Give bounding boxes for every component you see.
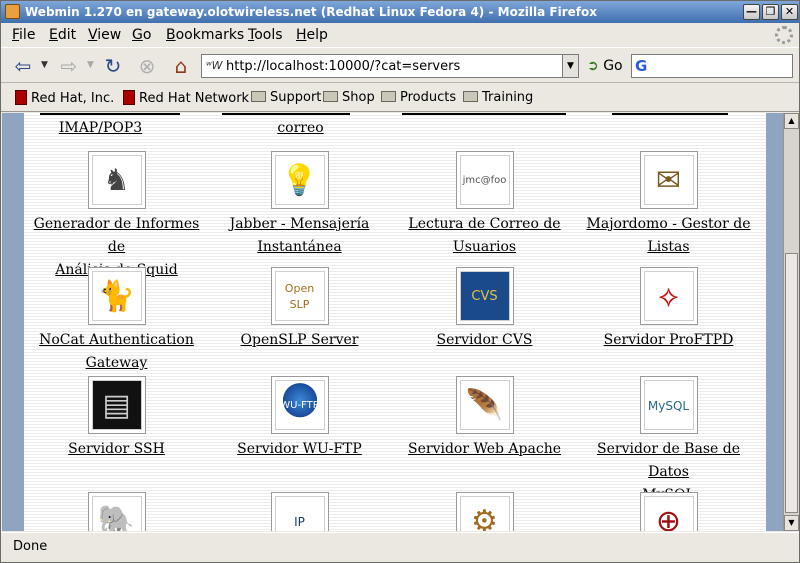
module-openslp[interactable]: Open SLP OpenSLP Server bbox=[207, 267, 392, 352]
underline-fragment bbox=[40, 113, 180, 115]
scroll-down-icon[interactable]: ▼ bbox=[784, 515, 799, 531]
window-title: Webmin 1.270 en gateway.olotwireless.net… bbox=[25, 5, 597, 19]
module-squid-report[interactable]: ♞ Generador de Informes deAnálisis de Sq… bbox=[24, 151, 209, 282]
bookmark-folder-training[interactable]: Training bbox=[463, 90, 533, 105]
proftpd-icon[interactable]: ⟡ bbox=[639, 267, 698, 325]
status-text: Done bbox=[13, 539, 48, 554]
underline-fragment bbox=[222, 113, 350, 115]
folder-icon bbox=[323, 91, 338, 102]
wu-ftp-globe-icon[interactable]: WU-FTP bbox=[270, 376, 329, 434]
network-ip-icon[interactable]: IP bbox=[270, 492, 329, 531]
openslp-icon[interactable]: Open SLP bbox=[270, 267, 329, 325]
module-majordomo[interactable]: ✉ Majordomo - Gestor de Listas bbox=[576, 151, 761, 259]
menu-help[interactable]: Help bbox=[296, 27, 328, 43]
address-bar[interactable]: ʷW ▼ bbox=[201, 54, 579, 78]
url-input[interactable] bbox=[226, 57, 536, 75]
forward-history-dropdown-icon[interactable]: ▼ bbox=[87, 60, 94, 70]
reload-icon[interactable]: ↻ bbox=[101, 54, 125, 78]
gears-icon[interactable]: ⚙ bbox=[455, 492, 514, 531]
go-button[interactable]: ➲ Go bbox=[587, 58, 623, 74]
back-arrow-icon[interactable]: ⇦ bbox=[11, 54, 35, 78]
folder-icon bbox=[381, 91, 396, 102]
envelope-icon[interactable]: jmc@foo bbox=[455, 151, 514, 209]
squid-knight-icon[interactable]: ♞ bbox=[87, 151, 146, 209]
redhat-icon bbox=[123, 90, 135, 105]
module-imap-pop3[interactable]: IMAP/POP3 bbox=[24, 117, 193, 140]
crosshair-target-icon[interactable]: ⊕ bbox=[639, 492, 698, 531]
module-wu-ftp[interactable]: WU-FTP Servidor WU-FTP bbox=[207, 376, 392, 461]
url-history-dropdown-icon[interactable]: ▼ bbox=[562, 55, 578, 77]
forward-arrow-icon[interactable]: ⇨ bbox=[57, 54, 81, 78]
cat-icon[interactable]: 🐈 bbox=[87, 267, 146, 325]
module-postgresql[interactable]: 🐘 bbox=[24, 492, 209, 531]
status-bar: Done bbox=[1, 532, 799, 562]
module-correo[interactable]: correo bbox=[208, 117, 393, 140]
stop-icon[interactable]: ⊗ bbox=[135, 54, 159, 78]
search-box[interactable]: G bbox=[631, 54, 793, 78]
module-jabber[interactable]: 💡 Jabber - Mensajería Instantánea bbox=[207, 151, 392, 259]
postgresql-elephant-icon[interactable]: 🐘 bbox=[87, 492, 146, 531]
site-favicon-icon: ʷW bbox=[206, 59, 223, 72]
menu-tools[interactable]: Tools bbox=[248, 27, 283, 43]
page-viewport: IMAP/POP3 correo ♞ Generador de Informes… bbox=[2, 113, 799, 531]
vertical-scrollbar[interactable]: ▲ ▼ bbox=[783, 113, 799, 531]
folder-icon bbox=[463, 91, 478, 102]
scroll-up-icon[interactable]: ▲ bbox=[784, 113, 799, 129]
browser-window: Webmin 1.270 en gateway.olotwireless.net… bbox=[0, 0, 800, 563]
module-ip-tunnel[interactable]: IP bbox=[207, 492, 392, 531]
webmin-servers-page: IMAP/POP3 correo ♞ Generador de Informes… bbox=[24, 113, 766, 531]
title-bar[interactable]: Webmin 1.270 en gateway.olotwireless.net… bbox=[1, 1, 799, 23]
module-proftpd[interactable]: ⟡ Servidor ProFTPD bbox=[576, 267, 761, 352]
module-nocat[interactable]: 🐈 NoCat Authentication Gateway bbox=[24, 267, 209, 375]
redhat-icon bbox=[15, 90, 27, 105]
back-history-dropdown-icon[interactable]: ▼ bbox=[41, 60, 48, 70]
underline-fragment bbox=[402, 113, 566, 115]
module-mysql[interactable]: MySQL Servidor de Base de DatosMySQL bbox=[576, 376, 761, 507]
maximize-button[interactable]: ❐ bbox=[762, 4, 779, 20]
close-button[interactable]: ✕ bbox=[781, 4, 798, 20]
module-target[interactable]: ⊕ bbox=[576, 492, 761, 531]
bookmark-folder-shop[interactable]: Shop bbox=[323, 90, 375, 105]
menu-view[interactable]: View bbox=[88, 27, 121, 43]
bookmark-red-hat-inc[interactable]: Red Hat, Inc. bbox=[15, 90, 114, 106]
apache-feather-icon[interactable]: 🪶 bbox=[455, 376, 514, 434]
module-user-mail[interactable]: jmc@foo Lectura de Correo de Usuarios bbox=[392, 151, 577, 259]
jabber-bulb-icon[interactable]: 💡 bbox=[270, 151, 329, 209]
terminal-lock-icon[interactable]: ▤ bbox=[87, 376, 146, 434]
go-arrow-icon: ➲ bbox=[587, 58, 599, 74]
mail-stack-icon[interactable]: ✉ bbox=[639, 151, 698, 209]
menu-file[interactable]: File bbox=[12, 27, 35, 43]
cvs-icon[interactable]: CVS bbox=[455, 267, 514, 325]
menu-go[interactable]: Go bbox=[132, 27, 151, 43]
menu-bookmarks[interactable]: Bookmarks bbox=[166, 27, 244, 43]
bookmark-folder-support[interactable]: Support bbox=[251, 90, 321, 105]
google-search-icon[interactable]: G bbox=[635, 57, 647, 75]
scrollbar-thumb[interactable] bbox=[785, 253, 798, 513]
mysql-icon[interactable]: MySQL bbox=[639, 376, 698, 434]
home-icon[interactable]: ⌂ bbox=[169, 54, 193, 78]
underline-fragment bbox=[612, 113, 728, 115]
menu-bar: File Edit View Go Bookmarks Tools Help bbox=[1, 23, 799, 47]
bookmarks-toolbar: Red Hat, Inc. Red Hat Network Support Sh… bbox=[1, 84, 799, 112]
minimize-button[interactable]: — bbox=[743, 4, 760, 20]
bookmark-folder-products[interactable]: Products bbox=[381, 90, 456, 105]
bookmark-red-hat-network[interactable]: Red Hat Network bbox=[123, 90, 249, 106]
module-gears[interactable]: ⚙ bbox=[392, 492, 577, 531]
navigation-toolbar: ⇦ ▼ ⇨ ▼ ↻ ⊗ ⌂ ʷW ▼ ➲ Go G bbox=[1, 47, 799, 83]
folder-icon bbox=[251, 91, 266, 102]
firefox-icon bbox=[5, 4, 20, 19]
module-ssh[interactable]: ▤ Servidor SSH bbox=[24, 376, 209, 461]
throbber-icon bbox=[775, 26, 793, 44]
module-cvs[interactable]: CVS Servidor CVS bbox=[392, 267, 577, 352]
menu-edit[interactable]: Edit bbox=[49, 27, 76, 43]
module-apache[interactable]: 🪶 Servidor Web Apache bbox=[392, 376, 577, 461]
